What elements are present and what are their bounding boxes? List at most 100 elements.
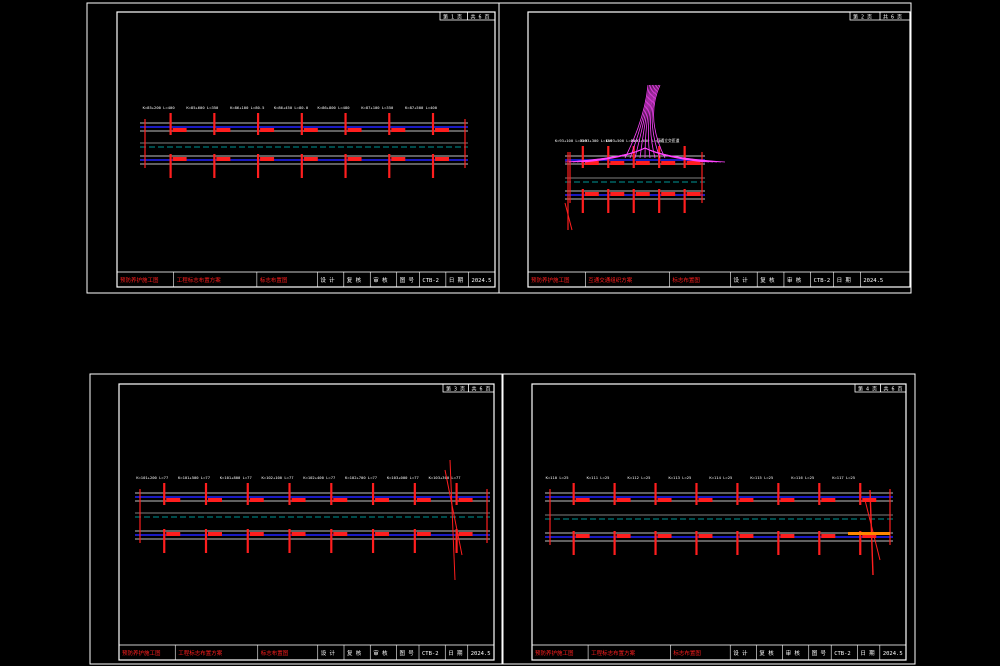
station-annotation: K=103+300 L=77 xyxy=(429,475,461,480)
title-block-cell: 标志布置图 xyxy=(673,649,701,657)
lane-closure-block xyxy=(166,532,181,536)
title-block-cell: 预防养护施工图 xyxy=(120,276,159,284)
title-block-cell: 日 期 xyxy=(837,277,852,284)
station-annotation: K=102+400 L=77 xyxy=(303,475,335,480)
lane-closure-block xyxy=(333,532,348,536)
title-block-cell: 图 号 xyxy=(812,649,827,657)
title-block-cell: 复 核 xyxy=(759,649,774,657)
sheet-index-text: 共 6 页 xyxy=(472,386,491,393)
title-block-cell: 设 计 xyxy=(320,276,335,284)
lane-closure-block xyxy=(739,534,754,538)
lane-closure-block xyxy=(303,128,318,132)
title-block-cell: 复 核 xyxy=(347,649,362,657)
title-block-cell: 日 期 xyxy=(860,650,875,657)
lane-closure-block xyxy=(172,157,187,161)
station-annotation: K=117 L=25 xyxy=(832,475,855,480)
title-block-cell: CTB-2 xyxy=(814,278,831,284)
lane-closure-block xyxy=(698,498,713,502)
sheet-index-text: 第 1 页 xyxy=(443,14,462,21)
lane-closure-block xyxy=(291,498,306,502)
lane-closure-block xyxy=(375,532,390,536)
station-annotation: K=86+800 L=480 xyxy=(318,105,351,110)
title-block-cell: 设 计 xyxy=(733,276,748,284)
title-block-cell: CTB-2 xyxy=(422,651,439,657)
title-block-cell: CTB-2 xyxy=(834,651,851,657)
title-block-cell: 2024.5 xyxy=(863,278,883,284)
lane-closure-block xyxy=(416,532,431,536)
sheet-index-text: 第 2 页 xyxy=(853,14,872,21)
title-block-cell: 互通交通组织方案 xyxy=(588,276,633,284)
lane-closure-block xyxy=(458,532,473,536)
title-block-cell: 标志布置图 xyxy=(261,649,289,657)
station-annotation: K=86+450 L=80.0 xyxy=(274,105,309,110)
cad-drawing-canvas[interactable]: 第 1 页共 6 页预防养护施工图 工程标志布置方案 标志布置图设 计复 核审 核图… xyxy=(0,0,1000,666)
lane-closure-block xyxy=(435,128,450,132)
lane-closure-block xyxy=(616,534,631,538)
lane-closure-block xyxy=(208,498,222,502)
sheet-index-text: 共 6 页 xyxy=(471,14,490,21)
lane-closure-block xyxy=(575,534,590,538)
title-block-cell: 工程标志布置方案 xyxy=(177,276,222,284)
title-block-cell: 预防养护施工图 xyxy=(535,649,574,657)
lane-closure-block xyxy=(166,498,181,502)
lane-closure-block xyxy=(657,534,672,538)
title-block-cell: 日 期 xyxy=(449,277,464,284)
lane-closure-block xyxy=(249,498,264,502)
title-block-cell: 审 核 xyxy=(787,276,802,284)
title-block-cell: 日 期 xyxy=(448,650,463,657)
lane-closure-block xyxy=(780,534,795,538)
lane-closure-block xyxy=(575,498,590,502)
lane-closure-block xyxy=(391,128,406,132)
title-block-cell: 工程标志布置方案 xyxy=(591,649,636,657)
title-block-cell: 审 核 xyxy=(786,649,801,657)
lane-closure-block xyxy=(172,128,187,132)
sheet-index-text: 共 6 页 xyxy=(884,386,903,393)
lane-closure-block xyxy=(391,157,406,161)
lane-closure-block xyxy=(616,498,631,502)
lane-closure-block xyxy=(661,192,676,196)
lane-closure-block xyxy=(686,192,701,196)
lane-closure-block xyxy=(862,498,877,502)
lane-closure-block xyxy=(780,498,795,502)
title-block-cell: 工程标志布置方案 xyxy=(178,649,223,657)
lane-closure-block xyxy=(260,157,275,161)
station-annotation: K=103+000 L=77 xyxy=(387,475,419,480)
lane-closure-block xyxy=(416,498,431,502)
lane-closure-block xyxy=(698,534,713,538)
title-block-cell: 标志布置图 xyxy=(260,276,288,284)
lane-closure-block xyxy=(333,498,348,502)
title-block-cell: 复 核 xyxy=(347,276,362,284)
station-annotation: K=102+100 L=77 xyxy=(262,475,294,480)
lane-closure-block xyxy=(610,161,625,165)
lane-closure-block xyxy=(303,157,318,161)
station-annotation: K=87+500 L=400 xyxy=(405,105,438,110)
station-annotation: 互通立交匝道 xyxy=(657,138,680,143)
lane-closure-block xyxy=(260,128,275,132)
station-annotation: K=113 L=25 xyxy=(668,475,691,480)
station-annotation: K=115 L=25 xyxy=(750,475,773,480)
lane-closure-block xyxy=(821,534,836,538)
title-block-cell: 预防养护施工图 xyxy=(531,276,570,284)
station-annotation: K=101+500 L=77 xyxy=(178,475,210,480)
title-block-cell: 标志布置图 xyxy=(672,276,700,284)
lane-closure-block xyxy=(347,128,362,132)
lane-closure-block xyxy=(208,532,222,536)
title-block-cell: CTB-2 xyxy=(422,278,439,284)
title-block-cell: 审 核 xyxy=(373,276,388,284)
lane-closure-block xyxy=(216,157,231,161)
station-annotation: K=85+600 L=350 xyxy=(186,105,219,110)
lane-closure-block xyxy=(635,161,650,165)
lane-closure-block xyxy=(821,498,836,502)
station-annotation: K=114 L=25 xyxy=(709,475,732,480)
title-block-cell: 审 核 xyxy=(373,649,388,657)
title-block-cell: 2024.5 xyxy=(472,278,492,284)
title-block-cell: 2024.5 xyxy=(471,651,491,657)
lane-closure-block xyxy=(635,192,650,196)
station-annotation: K=102+700 L=77 xyxy=(345,475,377,480)
lane-closure-block xyxy=(657,498,672,502)
station-annotation: K=87+100 L=350 xyxy=(361,105,394,110)
lane-closure-block xyxy=(610,192,625,196)
lane-closure-block xyxy=(291,532,306,536)
title-block-cell: 2024.5 xyxy=(883,651,903,657)
lane-closure-block xyxy=(584,192,599,196)
